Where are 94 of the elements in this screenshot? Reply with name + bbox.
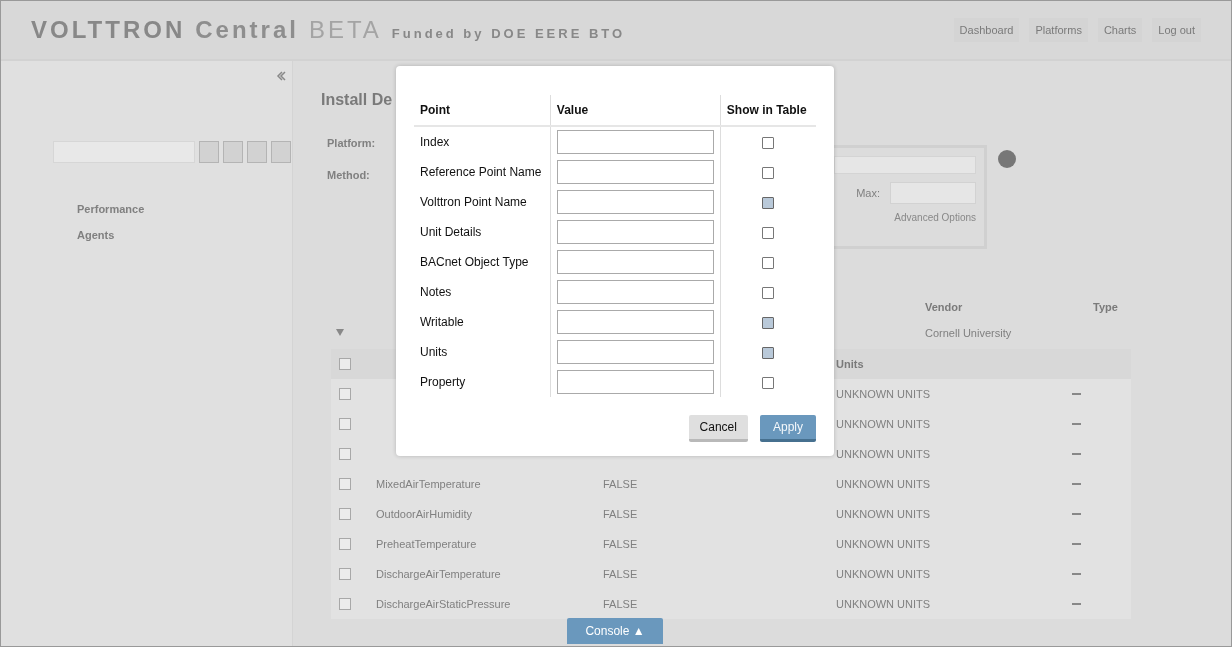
value-field[interactable] [556, 130, 714, 154]
toolbar-button[interactable] [223, 141, 243, 163]
table-cell-text: Cornell University [925, 327, 1013, 339]
console-button[interactable]: Console ▲ [567, 618, 663, 644]
toolbar-button[interactable] [271, 141, 291, 163]
nav-link[interactable]: Dashboard [953, 18, 1020, 42]
apply-button[interactable]: Apply [759, 415, 816, 442]
tree-item[interactable]: Agents [77, 229, 292, 241]
checkbox[interactable] [762, 226, 775, 239]
nav-link[interactable]: Platforms [1029, 18, 1088, 42]
advanced-options-link[interactable]: Advanced Options [894, 212, 976, 223]
column-header: Value [550, 95, 721, 126]
point-label: Reference Point Name [414, 157, 551, 187]
checkbox[interactable] [762, 286, 775, 299]
value-field[interactable] [556, 280, 714, 304]
checkbox[interactable] [762, 136, 775, 149]
toolbar-button[interactable] [199, 141, 219, 163]
cancel-button[interactable]: Cancel [688, 415, 748, 442]
table-cell-text: UNKNOWN UNITS [836, 538, 932, 550]
funding-text: Funded by DOE EERE BTO [391, 25, 626, 41]
column-header: Vendor [925, 301, 964, 313]
value-field[interactable] [556, 250, 714, 274]
nav-link[interactable]: Log out [1152, 18, 1201, 42]
dropdown[interactable] [834, 156, 976, 174]
point-label: Notes [414, 277, 551, 307]
checkbox[interactable] [339, 568, 351, 580]
table-cell-text: FALSE [603, 598, 639, 610]
checkbox[interactable] [762, 256, 775, 269]
nav-link[interactable]: Charts [1097, 18, 1143, 42]
checkbox[interactable] [762, 316, 775, 329]
table-cell-text: FALSE [603, 538, 639, 550]
table-cell-text: MixedAirTemperature [376, 478, 482, 490]
app-title: Central [195, 16, 299, 44]
column-header: Type [1093, 301, 1119, 313]
value-field[interactable] [556, 160, 714, 184]
table-cell-text: PreheatTemperature [376, 538, 478, 550]
minus-icon[interactable] [1072, 453, 1081, 455]
minus-icon[interactable] [1072, 513, 1081, 515]
table-cell-text: UNKNOWN UNITS [836, 418, 932, 430]
max-label: Max: [856, 187, 880, 199]
checkbox[interactable] [339, 508, 351, 520]
point-label: Writable [414, 307, 551, 337]
checkbox[interactable] [762, 166, 775, 179]
caret-icon[interactable] [335, 327, 345, 337]
point-label: Units [414, 337, 551, 367]
minus-icon[interactable] [1072, 483, 1081, 485]
table-cell-text: FALSE [603, 508, 639, 520]
table-cell-text: UNKNOWN UNITS [836, 568, 932, 580]
toolbar-button[interactable] [247, 141, 267, 163]
point-label: Index [414, 126, 551, 157]
checkbox[interactable] [339, 598, 351, 610]
table-cell-text: FALSE [603, 568, 639, 580]
collapse-icon[interactable] [276, 71, 286, 81]
column-header: Point [414, 95, 551, 126]
checkbox[interactable] [339, 448, 351, 460]
value-field[interactable] [556, 340, 714, 364]
point-label: Property [414, 367, 551, 397]
checkbox[interactable] [339, 418, 351, 430]
add-icon[interactable] [997, 149, 1017, 169]
table-cell-text: UNKNOWN UNITS [836, 388, 932, 400]
minus-icon[interactable] [1072, 423, 1081, 425]
field-label: Method: [327, 169, 370, 181]
minus-icon[interactable] [1072, 603, 1081, 605]
checkbox[interactable] [339, 538, 351, 550]
table-cell-text: UNKNOWN UNITS [836, 598, 932, 610]
field-label: Platform: [327, 137, 376, 149]
checkbox[interactable] [762, 346, 775, 359]
app-title: VOLTTRON [31, 16, 186, 44]
checkbox[interactable] [339, 358, 351, 370]
minus-icon[interactable] [1072, 393, 1081, 395]
point-label: BACnet Object Type [414, 247, 551, 277]
value-field[interactable] [556, 310, 714, 334]
column-header: Show in Table [720, 95, 816, 126]
checkbox[interactable] [762, 196, 775, 209]
table-cell-text: UNKNOWN UNITS [836, 478, 932, 490]
checkbox[interactable] [339, 388, 351, 400]
tree-item[interactable]: Performance [77, 203, 292, 215]
table-cell-text: UNKNOWN UNITS [836, 508, 932, 520]
page-heading: Install De [321, 91, 394, 109]
table-cell-text: OutdoorAirHumidity [376, 508, 473, 520]
table-cell-text: DischargeAirStaticPressure [376, 598, 512, 610]
table-cell-text: UNKNOWN UNITS [836, 448, 932, 460]
table-cell-text: FALSE [603, 478, 639, 490]
checkbox[interactable] [339, 478, 351, 490]
table-cell-text: DischargeAirTemperature [376, 568, 502, 580]
value-field[interactable] [556, 370, 714, 394]
column-header: Units [836, 358, 865, 370]
minus-icon[interactable] [1072, 543, 1081, 545]
point-label: Volttron Point Name [414, 187, 551, 217]
value-field[interactable] [556, 190, 714, 214]
value-field[interactable] [556, 220, 714, 244]
checkbox[interactable] [762, 376, 775, 389]
point-label: Unit Details [414, 217, 551, 247]
minus-icon[interactable] [1072, 573, 1081, 575]
